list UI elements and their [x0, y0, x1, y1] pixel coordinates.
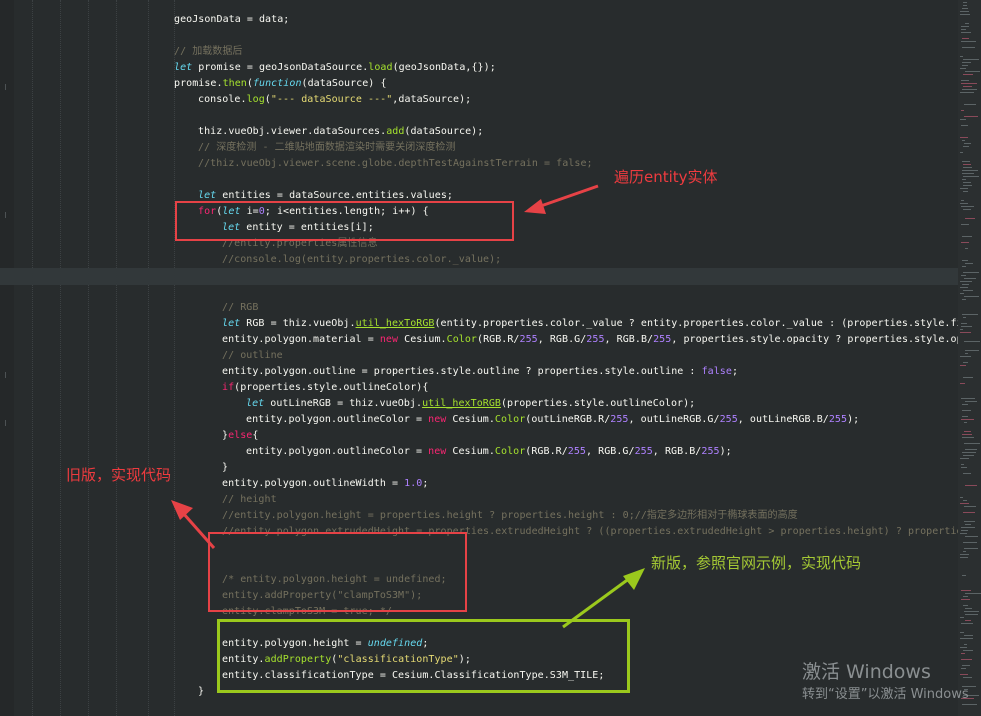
- traverse-arrow-shaft: [537, 184, 599, 209]
- windows-activation-watermark: 激活 Windows 转到“设置”以激活 Windows: [802, 660, 969, 706]
- watermark-subtitle: 转到“设置”以激活 Windows: [802, 687, 969, 702]
- annotation-arrows: [171, 184, 645, 629]
- new-version-annotation: 新版，参照官网示例，实现代码: [651, 554, 862, 572]
- old-version-arrow-shaft: [181, 512, 216, 549]
- new-version-arrow-shaft: [562, 576, 631, 629]
- traverse-arrow-head: [524, 199, 546, 214]
- old-version-arrow-head: [171, 500, 193, 520]
- traverse-annotation: 遍历entity实体: [614, 168, 718, 186]
- new-version-arrow-head: [623, 568, 645, 590]
- old-version-annotation: 旧版，实现代码: [66, 466, 172, 484]
- watermark-title: 激活 Windows: [802, 661, 931, 683]
